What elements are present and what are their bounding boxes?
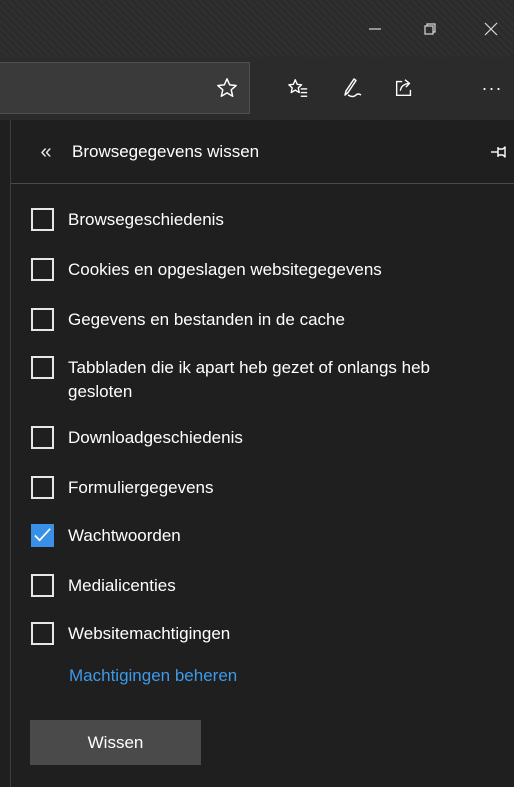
checkbox[interactable]	[31, 356, 54, 379]
title-bar	[0, 0, 514, 57]
checkbox[interactable]	[31, 208, 54, 231]
option-media-licenses[interactable]: Medialicenties	[31, 574, 488, 598]
close-button[interactable]	[468, 0, 514, 57]
star-icon	[217, 78, 237, 97]
add-favorite-button[interactable]	[205, 62, 249, 114]
option-browsing-history[interactable]: Browsegeschiedenis	[31, 208, 488, 232]
manage-permissions-link[interactable]: Machtigingen beheren	[69, 666, 237, 686]
option-download-history[interactable]: Downloadgeschiedenis	[31, 426, 488, 450]
pen-icon	[344, 78, 362, 98]
more-icon: ···	[481, 77, 503, 98]
checkbox[interactable]	[31, 622, 54, 645]
option-label: Medialicenties	[68, 576, 176, 595]
option-label: Downloadgeschiedenis	[68, 428, 243, 447]
clear-button[interactable]: Wissen	[30, 720, 201, 765]
clear-browsing-data-panel: « Browsegegevens wissen Browsegeschieden…	[10, 120, 514, 787]
more-button[interactable]: ···	[470, 62, 514, 114]
option-label: Gegevens en bestanden in de cache	[68, 310, 345, 329]
panel-title: Browsegegevens wissen	[72, 142, 260, 161]
option-label: Cookies en opgeslagen websitegegevens	[68, 260, 382, 279]
favorites-icon	[288, 79, 308, 97]
option-form-data[interactable]: Formuliergegevens	[31, 476, 488, 500]
checkbox[interactable]	[31, 426, 54, 449]
checkbox[interactable]	[31, 476, 54, 499]
option-label: Wachtwoorden	[68, 526, 181, 545]
checkmark-icon	[34, 528, 51, 542]
share-icon	[395, 79, 412, 97]
checkbox[interactable]	[31, 258, 54, 281]
option-label: Tabbladen die ik apart heb gezet of onla…	[68, 358, 430, 401]
option-cache[interactable]: Gegevens en bestanden in de cache	[31, 308, 488, 332]
checkbox[interactable]	[31, 308, 54, 331]
pin-icon	[491, 146, 506, 158]
browser-toolbar: ···	[0, 57, 514, 120]
option-label: Browsegeschiedenis	[68, 210, 224, 229]
checkbox[interactable]	[31, 574, 54, 597]
minimize-icon	[369, 27, 381, 30]
minimize-button[interactable]	[352, 0, 398, 57]
option-tabs-set-aside[interactable]: Tabbladen die ik apart heb gezet of onla…	[31, 356, 488, 404]
checkbox-checked[interactable]	[31, 524, 54, 547]
web-note-button[interactable]	[330, 62, 374, 114]
panel-header: « Browsegegevens wissen	[11, 120, 514, 184]
restore-icon	[424, 22, 436, 35]
option-label: Formuliergegevens	[68, 478, 214, 497]
double-chevron-left-icon: «	[40, 140, 52, 163]
option-label: Websitemachtigingen	[68, 624, 231, 643]
option-cookies[interactable]: Cookies en opgeslagen websitegegevens	[31, 258, 488, 282]
option-site-permissions[interactable]: Websitemachtigingen	[31, 622, 488, 646]
option-passwords[interactable]: Wachtwoorden	[31, 524, 488, 548]
pin-button[interactable]	[489, 140, 514, 164]
restore-button[interactable]	[407, 0, 453, 57]
share-button[interactable]	[382, 62, 426, 114]
back-button[interactable]: «	[33, 138, 59, 166]
favorites-button[interactable]	[276, 62, 320, 114]
close-icon	[484, 22, 498, 35]
